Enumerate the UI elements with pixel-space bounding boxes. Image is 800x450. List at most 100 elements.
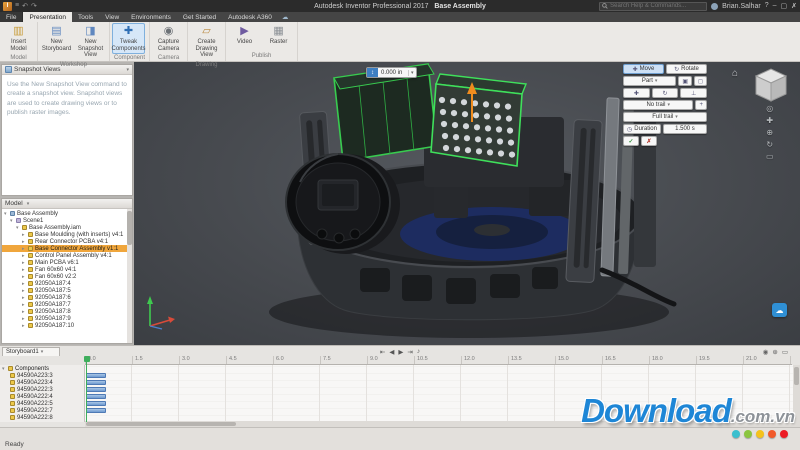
capture-button[interactable]: ◉ — [763, 348, 769, 356]
chevron-down-icon[interactable]: ▾ — [27, 201, 30, 207]
tree-item[interactable]: ▸Fan 60x60 v2:2 — [2, 273, 132, 280]
tree-item[interactable]: ▸Base Moulding (with inserts) v4:1 — [2, 231, 132, 238]
tab-view[interactable]: View — [99, 12, 125, 22]
full-trail-dropdown[interactable]: Full trail▾ — [623, 112, 707, 122]
rotate-button[interactable]: ↻Rotate — [666, 64, 707, 74]
tree-root[interactable]: ▾ Base Assembly — [2, 210, 132, 217]
axis-move-button[interactable]: ✚ — [623, 88, 650, 98]
timeline-hscrollbar[interactable] — [85, 421, 793, 427]
tweak-bar[interactable] — [86, 394, 106, 399]
create-drawing-view-button[interactable]: ▱Create Drawing View — [190, 23, 223, 61]
undo-icon[interactable]: ↶ — [22, 2, 28, 10]
timeline-ruler[interactable]: 0.01.53.04.56.07.59.010.512.013.515.016.… — [85, 356, 792, 365]
select-parent-button[interactable]: ◻ — [694, 76, 707, 86]
select-filter-button[interactable]: ▣ — [678, 76, 692, 86]
close-button[interactable]: ✗ — [791, 2, 797, 10]
part-dropdown[interactable]: Part▾ — [623, 76, 676, 86]
timeline-vscrollbar[interactable] — [793, 365, 800, 427]
new-snapshot-view-button[interactable]: ◨New Snapshot View — [74, 23, 107, 61]
chevron-down-icon[interactable]: ▾ — [41, 349, 44, 355]
duration-input[interactable]: 1.500 s — [663, 124, 707, 134]
play-button[interactable]: ▶ — [398, 348, 403, 356]
tree-scene[interactable]: ▾ Scene1 — [2, 217, 132, 224]
model-panel-header[interactable]: Model ▾ — [2, 199, 132, 209]
caret-icon[interactable]: ▸ — [22, 323, 26, 329]
caret-icon[interactable]: ▸ — [22, 274, 26, 280]
fit-button[interactable]: ▭ — [782, 348, 788, 356]
play-reverse-button[interactable]: ◀ — [389, 348, 394, 356]
tab-file[interactable]: File — [0, 12, 23, 22]
tab-autodesk-a360[interactable]: Autodesk A360 — [222, 12, 278, 22]
caret-icon[interactable]: ▸ — [22, 316, 26, 322]
timeline-item[interactable]: 94590A222:8 — [0, 414, 84, 421]
timeline-item[interactable]: 94590A223:4 — [0, 379, 84, 386]
orbit-icon[interactable]: ↻ — [766, 140, 774, 149]
help-button[interactable]: ? — [765, 2, 769, 10]
model-tree-scrollbar[interactable] — [127, 209, 132, 343]
tree-item[interactable]: ▸92050A187:4 — [2, 280, 132, 287]
tree-item[interactable]: ▸Control Panel Assembly v4:1 — [2, 252, 132, 259]
caret-icon[interactable]: ▸ — [22, 281, 26, 287]
raster-button[interactable]: ▦Raster — [262, 23, 295, 52]
caret-icon[interactable]: ▸ — [22, 246, 26, 252]
scrollbar-thumb[interactable] — [794, 367, 799, 385]
caret-icon[interactable]: ▸ — [22, 309, 26, 315]
chevron-down-icon[interactable]: ▾ — [408, 70, 416, 76]
app-logo-icon[interactable]: I — [3, 2, 12, 11]
view-cube[interactable] — [748, 64, 794, 104]
user-avatar[interactable] — [711, 3, 718, 10]
tree-item[interactable]: ▸92050A187:10 — [2, 322, 132, 329]
tweak-bar[interactable] — [86, 380, 106, 385]
playhead-line[interactable] — [86, 362, 87, 422]
tweak-bar[interactable] — [86, 401, 106, 406]
caret-icon[interactable]: ▾ — [10, 218, 14, 224]
timeline-item[interactable]: 94590A222:3 — [0, 386, 84, 393]
new-storyboard-button[interactable]: ▤New Storyboard — [40, 23, 73, 61]
caret-icon[interactable]: ▸ — [22, 267, 26, 273]
navigation-wheel-icon[interactable]: ◎ — [766, 104, 774, 113]
caret-icon[interactable]: ▾ — [4, 211, 8, 217]
tree-item[interactable]: ▸92050A187:7 — [2, 301, 132, 308]
caret-icon[interactable]: ▾ — [16, 225, 20, 231]
minimize-button[interactable]: – — [773, 2, 777, 10]
move-button[interactable]: ✚Move — [623, 64, 664, 74]
no-trail-dropdown[interactable]: No trail▾ — [623, 100, 693, 110]
components-header[interactable]: ▾ Components — [0, 365, 84, 372]
tree-item[interactable]: ▸Fan 60x60 v4:1 — [2, 266, 132, 273]
tweak-components-button[interactable]: ✚Tweak Components — [112, 23, 145, 54]
tweak-axis-icon[interactable]: ↕ — [367, 68, 378, 77]
tweak-bar[interactable] — [86, 387, 106, 392]
zoom-timeline-button[interactable]: ⊕ — [772, 348, 777, 356]
insert-model-button[interactable]: ▥Insert Model — [2, 23, 35, 54]
tree-item[interactable]: ▸Main PCBA v6:1 — [2, 259, 132, 266]
caret-icon[interactable]: ▸ — [22, 239, 26, 245]
apply-tweak-button[interactable]: ✓ — [623, 136, 639, 146]
capture-camera-button[interactable]: ◉Capture Camera — [152, 23, 185, 54]
tree-assembly[interactable]: ▾ Base Assembly.iam — [2, 224, 132, 231]
zoom-icon[interactable]: ⊕ — [766, 128, 774, 137]
video-button[interactable]: ▶Video — [228, 23, 261, 52]
viewport-3d[interactable]: ↕ 0.000 in ▾ ✚Move ↻Rotate Part▾ ▣ ◻ ✚↻⊥… — [134, 62, 800, 345]
scrollbar-thumb[interactable] — [86, 422, 236, 426]
tree-item[interactable]: ▸Base Connector Assembly v1:1 — [2, 245, 132, 252]
look-icon[interactable]: ▭ — [766, 152, 774, 161]
tweak-bar[interactable] — [86, 373, 106, 378]
tab-presentation[interactable]: Presentation — [23, 12, 72, 22]
volume-button[interactable]: ♪ — [417, 348, 420, 355]
tweak-value-input[interactable]: 0.000 in — [378, 70, 408, 76]
search-input[interactable] — [610, 3, 704, 9]
tree-item[interactable]: ▸92050A187:8 — [2, 308, 132, 315]
storyboard-tab[interactable]: Storyboard1 ▾ — [2, 347, 60, 356]
tweak-value-toolbar[interactable]: ↕ 0.000 in ▾ — [366, 67, 417, 78]
caret-icon[interactable]: ▸ — [22, 288, 26, 294]
tree-item[interactable]: ▸Rear Connector PCBA v4:1 — [2, 238, 132, 245]
skip-end-button[interactable]: ⇥ — [407, 348, 412, 356]
caret-icon[interactable]: ▸ — [22, 295, 26, 301]
caret-icon[interactable]: ▸ — [22, 302, 26, 308]
tab-tools[interactable]: Tools — [72, 12, 99, 22]
tree-item[interactable]: ▸92050A187:5 — [2, 287, 132, 294]
scrollbar-thumb[interactable] — [127, 211, 132, 245]
timeline-item[interactable]: 94590A222:5 — [0, 400, 84, 407]
a360-share-icon[interactable]: ☁ — [772, 303, 787, 317]
timeline-item[interactable]: 94590A222:7 — [0, 407, 84, 414]
